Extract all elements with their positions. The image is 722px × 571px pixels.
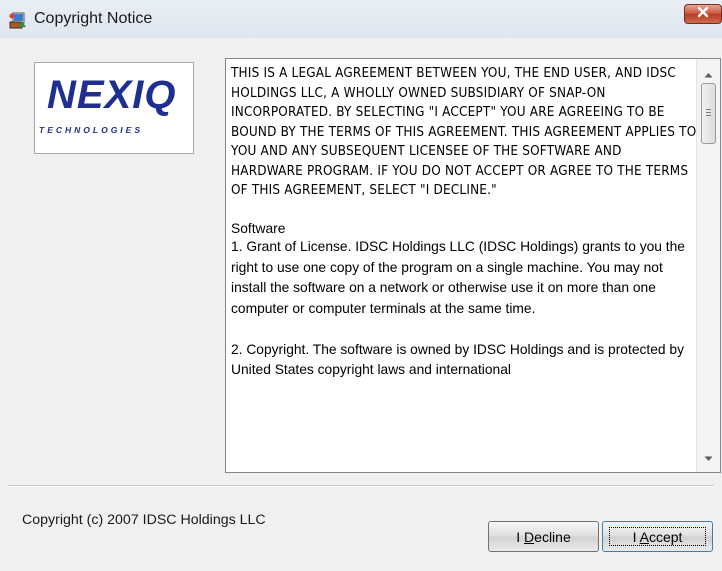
nexiq-logo: NEXIQ TECHNOLOGIES — [34, 62, 194, 154]
copyright-notice-dialog: Copyright Notice NEXIQ TECHNOLOGIES THIS… — [0, 0, 722, 571]
software-section-heading: Software — [231, 220, 286, 236]
close-icon — [696, 5, 710, 23]
accept-button[interactable]: I Accept — [602, 521, 713, 552]
app-icon — [8, 10, 28, 30]
logo-wordmark: NEXIQ — [47, 73, 177, 117]
decline-button[interactable]: I Decline — [488, 521, 599, 552]
decline-button-label: I Decline — [516, 528, 571, 545]
grip-line — [706, 115, 711, 116]
logo-tagline: TECHNOLOGIES — [39, 125, 144, 135]
title-bar[interactable]: Copyright Notice — [0, 0, 722, 38]
window-title: Copyright Notice — [34, 10, 153, 27]
grip-line — [706, 109, 711, 110]
grip-line — [706, 112, 711, 113]
close-button[interactable] — [684, 4, 722, 24]
arrow-up-icon — [704, 65, 713, 83]
focus-indicator — [609, 527, 706, 546]
scroll-down-button[interactable] — [697, 449, 720, 466]
arrow-down-icon — [704, 449, 713, 467]
copyright-label: Copyright (c) 2007 IDSC Holdings LLC — [22, 512, 266, 528]
copyright-paragraph: 2. Copyright. The software is owned by I… — [231, 341, 684, 378]
footer-divider — [8, 485, 714, 487]
vertical-scrollbar[interactable] — [696, 59, 720, 472]
scroll-thumb[interactable] — [701, 83, 716, 144]
scroll-up-button[interactable] — [697, 65, 720, 82]
grant-of-license-paragraph: 1. Grant of License. IDSC Holdings LLC (… — [231, 239, 685, 317]
license-text-area[interactable]: THIS IS A LEGAL AGREEMENT BETWEEN YOU, T… — [225, 58, 721, 473]
legal-agreement-paragraph: THIS IS A LEGAL AGREEMENT BETWEEN YOU, T… — [231, 66, 697, 198]
license-scroll-content: THIS IS A LEGAL AGREEMENT BETWEEN YOU, T… — [231, 64, 697, 469]
